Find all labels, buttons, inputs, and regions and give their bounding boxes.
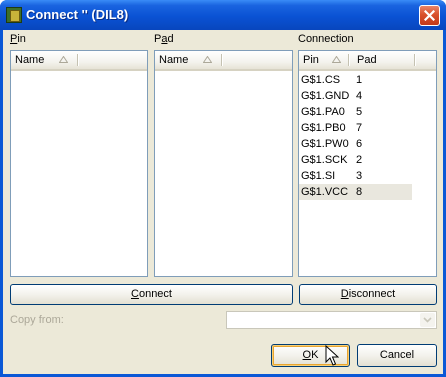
disconnect-button[interactable]: Disconnect [299, 284, 437, 305]
connection-row[interactable]: G$1.PA0 5 [299, 104, 436, 120]
column-divider[interactable] [348, 54, 349, 66]
dialog-body: Pin Name Pad Name Connection Pin Pad G$1… [3, 30, 443, 374]
column-divider[interactable] [221, 54, 222, 66]
connection-row[interactable]: G$1.CS 1 [299, 72, 436, 88]
window-title: Connect '' (DIL8) [26, 7, 129, 22]
close-button[interactable] [419, 5, 440, 26]
connection-row-selected[interactable]: G$1.VCC 8 [299, 184, 412, 200]
copy-from-combo[interactable] [226, 311, 437, 329]
pin-list[interactable]: Name [10, 50, 148, 277]
sort-arrow-icon [332, 56, 341, 63]
connect-dialog: Connect '' (DIL8) Pin Name Pad Name Conn… [0, 0, 446, 377]
connection-pin: G$1.PA0 [301, 106, 345, 118]
title-bar[interactable]: Connect '' (DIL8) [0, 0, 446, 30]
connection-row[interactable]: G$1.SCK 2 [299, 152, 436, 168]
pad-group-label: Pad [154, 33, 174, 45]
sort-arrow-icon [203, 56, 212, 63]
mouse-pointer-icon [325, 345, 339, 366]
connection-pad: 3 [356, 170, 363, 182]
connection-pin: G$1.PB0 [301, 122, 346, 134]
pad-list[interactable]: Name [154, 50, 293, 277]
combo-dropdown-button[interactable] [420, 313, 435, 327]
connection-rows: G$1.CS 1 G$1.GND 4 G$1.PA0 5 G$1.PB0 7 G… [299, 72, 436, 200]
pin-group-label: Pin [10, 33, 26, 45]
copy-from-label: Copy from: [10, 314, 64, 326]
connection-row[interactable]: G$1.GND 4 [299, 88, 436, 104]
connection-list-header: Pin Pad [299, 51, 436, 71]
connection-pin: G$1.PW0 [301, 138, 349, 150]
connection-pin: G$1.SI [301, 170, 336, 182]
pad-list-header: Name [155, 51, 292, 71]
sort-arrow-icon [59, 56, 68, 63]
connection-pin: G$1.VCC [301, 186, 349, 198]
cancel-button[interactable]: Cancel [357, 344, 437, 367]
connection-row[interactable]: G$1.PB0 7 [299, 120, 436, 136]
connection-row[interactable]: G$1.PW0 6 [299, 136, 436, 152]
connection-pin: G$1.CS [301, 74, 341, 86]
connection-row[interactable]: G$1.SI 3 [299, 168, 436, 184]
connection-pin: G$1.GND [301, 90, 350, 102]
close-icon [424, 10, 435, 21]
connection-pad: 2 [356, 154, 363, 166]
connection-pad: 1 [356, 74, 363, 86]
pin-list-header: Name [11, 51, 147, 71]
connect-button[interactable]: Connect [10, 284, 293, 305]
chevron-down-icon [423, 317, 432, 323]
column-divider[interactable] [414, 54, 415, 66]
connection-pad: 4 [356, 90, 363, 102]
connection-list[interactable]: Pin Pad G$1.CS 1 G$1.GND 4 G$1.PA0 5 G$1… [298, 50, 437, 277]
connection-group-label: Connection [298, 33, 354, 45]
connection-pin: G$1.SCK [301, 154, 348, 166]
connection-pad: 8 [356, 186, 363, 198]
connection-pad: 5 [356, 106, 363, 118]
connection-pad: 6 [356, 138, 363, 150]
column-divider[interactable] [77, 54, 78, 66]
column-header-pad[interactable]: Pad [353, 51, 413, 69]
app-icon [6, 7, 22, 23]
connection-pad: 7 [356, 122, 363, 134]
